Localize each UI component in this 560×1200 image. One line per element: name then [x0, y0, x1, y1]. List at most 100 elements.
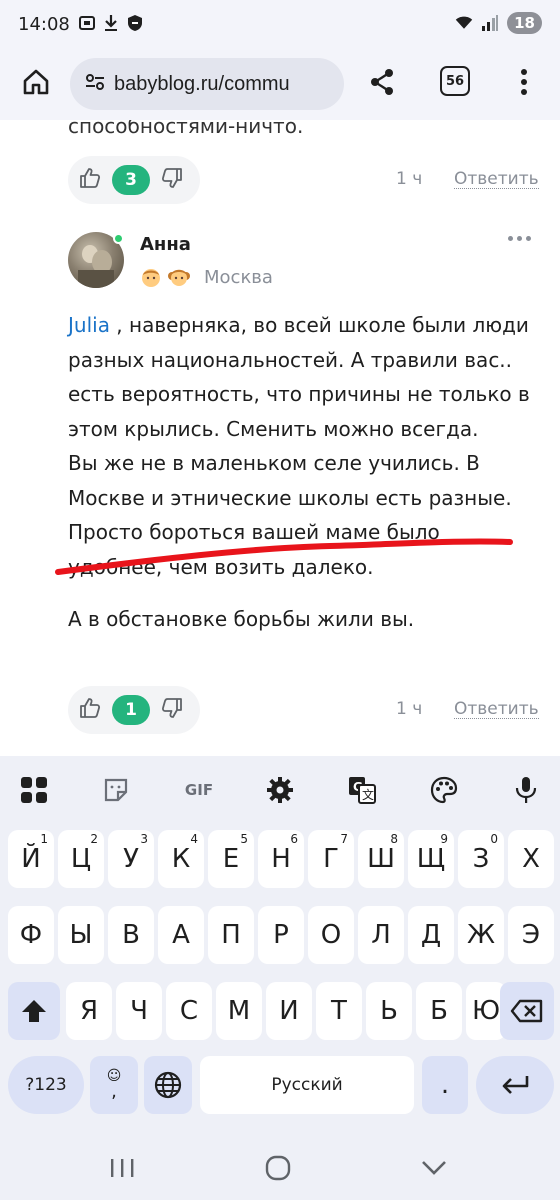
key-row1-4[interactable]: К4: [158, 830, 204, 888]
shift-key[interactable]: [8, 982, 60, 1040]
key-label: Е: [222, 844, 240, 874]
home-button[interactable]: [18, 64, 54, 100]
enter-key[interactable]: [476, 1056, 554, 1114]
system-nav-bar: [0, 1136, 560, 1200]
recents-button[interactable]: [104, 1152, 140, 1184]
comment-paragraph-3: А в обстановке борьбы жили вы.: [68, 607, 415, 631]
theme-button[interactable]: [428, 774, 460, 806]
key-row3-5[interactable]: И: [266, 982, 312, 1040]
sticker-icon: [104, 778, 128, 802]
home-icon: [23, 69, 49, 95]
key-label: Й: [21, 844, 41, 874]
chevron-down-icon: [422, 1161, 446, 1175]
key-row2-10[interactable]: Ж: [458, 906, 504, 964]
key-row1-1[interactable]: Й1: [8, 830, 54, 888]
comment-reply-link[interactable]: Ответить: [454, 700, 539, 719]
key-row3-2[interactable]: Ч: [116, 982, 162, 1040]
key-row1-5[interactable]: Е5: [208, 830, 254, 888]
thumbs-down-icon[interactable]: [160, 166, 184, 194]
thumbs-up-icon[interactable]: [78, 166, 102, 194]
key-row1-8[interactable]: Ш8: [358, 830, 404, 888]
svg-text:文: 文: [362, 787, 374, 802]
tab-switcher-button[interactable]: 56: [440, 66, 470, 96]
previous-comment-reply-link[interactable]: Ответить: [454, 170, 539, 189]
key-row2-8[interactable]: Л: [358, 906, 404, 964]
key-row3-1[interactable]: Я: [66, 982, 112, 1040]
key-row1-10[interactable]: З0: [458, 830, 504, 888]
back-button[interactable]: [416, 1152, 452, 1184]
key-row2-3[interactable]: В: [108, 906, 154, 964]
key-row2-11[interactable]: Э: [508, 906, 554, 964]
key-row3-6[interactable]: Т: [316, 982, 362, 1040]
key-row2-2[interactable]: Ы: [58, 906, 104, 964]
key-row2-1[interactable]: Ф: [8, 906, 54, 964]
key-row1-9[interactable]: Щ9: [408, 830, 454, 888]
thumbs-up-icon[interactable]: [78, 696, 102, 724]
microphone-icon: [515, 777, 537, 803]
key-hint: 8: [390, 832, 398, 846]
boy-emoji-icon: [140, 266, 162, 288]
girl-emoji-icon: [168, 266, 190, 288]
shift-icon: [22, 1000, 46, 1022]
previous-comment-text: способностями-ничто.: [68, 120, 304, 138]
key-row3-7[interactable]: Ь: [366, 982, 412, 1040]
status-time: 14:08: [18, 14, 70, 35]
home-nav-button[interactable]: [260, 1152, 296, 1184]
key-row1-7[interactable]: Г7: [308, 830, 354, 888]
emoji-comma-key[interactable]: ☺ ,: [90, 1056, 138, 1114]
language-key[interactable]: [144, 1056, 192, 1114]
key-row1-2[interactable]: Ц2: [58, 830, 104, 888]
key-row3-3[interactable]: С: [166, 982, 212, 1040]
key-hint: 9: [440, 832, 448, 846]
author-badges: Москва: [140, 266, 273, 288]
download-icon: [102, 14, 120, 32]
key-hint: 0: [490, 832, 498, 846]
key-row2-5[interactable]: П: [208, 906, 254, 964]
backspace-key[interactable]: [500, 982, 554, 1040]
key-row1-11[interactable]: Х: [508, 830, 554, 888]
key-hint: 3: [140, 832, 148, 846]
mention-link[interactable]: Julia: [68, 313, 110, 337]
key-row3-8[interactable]: Б: [416, 982, 462, 1040]
gif-button[interactable]: GIF: [180, 774, 218, 806]
overflow-menu-button[interactable]: [512, 64, 536, 100]
status-right: 18: [455, 12, 542, 34]
key-row1-6[interactable]: Н6: [258, 830, 304, 888]
backspace-icon: [510, 999, 543, 1023]
settings-button[interactable]: [264, 774, 296, 806]
site-settings-icon[interactable]: [84, 71, 106, 97]
comment-time: 1 ч: [396, 699, 423, 719]
like-count: 3: [112, 165, 150, 195]
key-row1-3[interactable]: У3: [108, 830, 154, 888]
thumbs-down-icon[interactable]: [160, 696, 184, 724]
share-button[interactable]: [364, 64, 400, 100]
comment-line-1-text: , наверняка, во всей школе были люди раз…: [68, 313, 530, 441]
key-row2-4[interactable]: А: [158, 906, 204, 964]
address-bar[interactable]: babyblog.ru/commu: [70, 58, 344, 110]
online-status-dot: [113, 233, 124, 244]
wifi-icon: [455, 14, 473, 32]
key-label: Г: [323, 844, 339, 874]
sticker-button[interactable]: [100, 774, 132, 806]
apps-grid-button[interactable]: [18, 774, 50, 806]
recents-icon: [111, 1159, 134, 1177]
author-city: Москва: [204, 266, 273, 288]
apps-grid-icon: [21, 777, 47, 803]
comment-more-button[interactable]: [508, 236, 531, 241]
share-icon: [371, 69, 393, 95]
symbols-key[interactable]: ?123: [8, 1056, 84, 1114]
key-hint: 7: [340, 832, 348, 846]
voice-input-button[interactable]: [510, 774, 542, 806]
space-key[interactable]: Русский: [200, 1056, 414, 1114]
key-row2-9[interactable]: Д: [408, 906, 454, 964]
status-icons: [78, 14, 144, 32]
palette-icon: [430, 776, 458, 804]
key-hint: 2: [90, 832, 98, 846]
period-key[interactable]: .: [422, 1056, 468, 1114]
author-name[interactable]: Анна: [140, 234, 191, 255]
globe-icon: [154, 1071, 182, 1099]
key-row3-4[interactable]: М: [216, 982, 262, 1040]
key-row2-7[interactable]: О: [308, 906, 354, 964]
translate-button[interactable]: G文: [346, 774, 378, 806]
key-row2-6[interactable]: Р: [258, 906, 304, 964]
